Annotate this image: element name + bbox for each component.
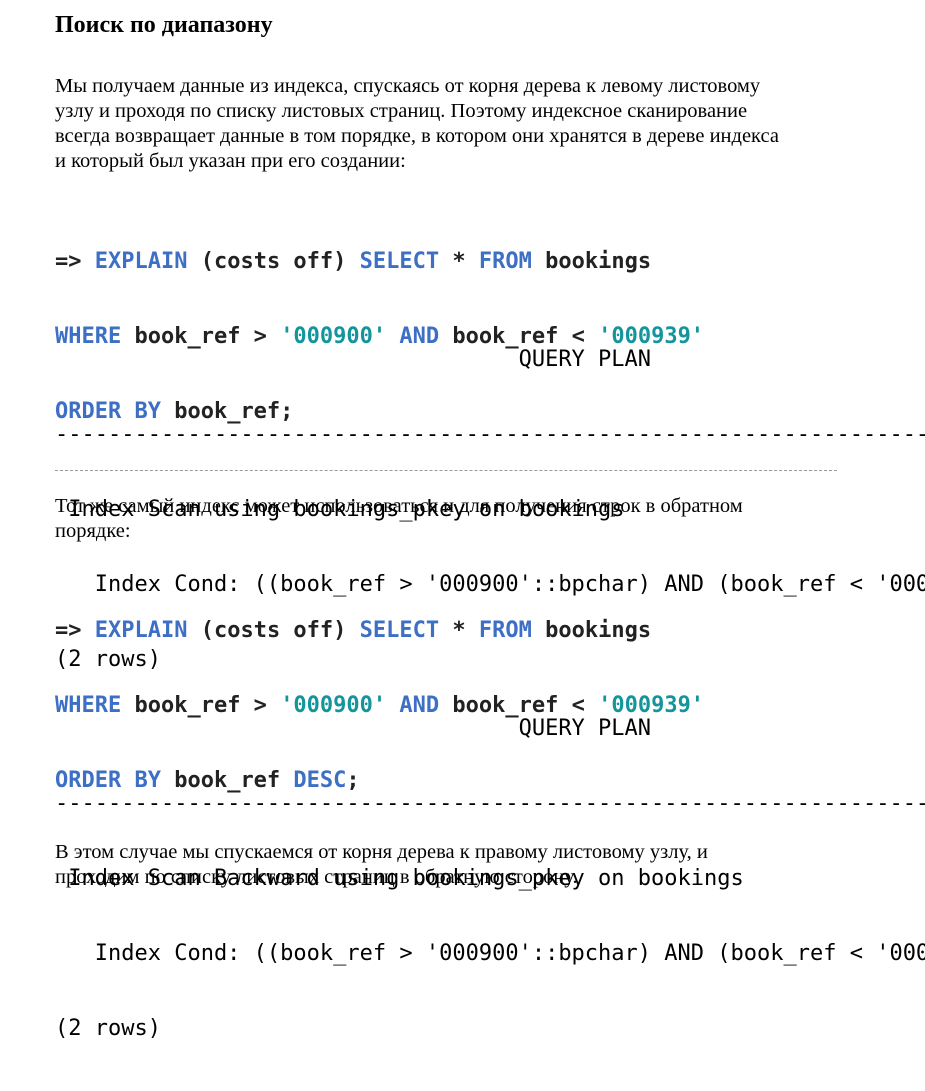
code-line: => EXPLAIN (costs off) SELECT * FROM boo…: [55, 249, 704, 274]
backward-line: Тот же самый индекс может использоваться…: [55, 495, 743, 517]
intro-line: Мы получаем данные из индекса, спускаясь…: [55, 75, 761, 97]
conclusion-paragraph: В этом случае мы спускаемся от корня дер…: [55, 840, 708, 890]
keyword-from: FROM: [478, 618, 532, 643]
costs-option: (costs off): [187, 618, 360, 643]
select-star: *: [439, 249, 479, 274]
table-name: bookings: [531, 249, 652, 274]
intro-line: и который был указан при его создании:: [55, 150, 406, 172]
intro-paragraph: Мы получаем данные из индекса, спускаясь…: [55, 74, 779, 174]
costs-option: (costs off): [187, 249, 360, 274]
code-line: => EXPLAIN (costs off) SELECT * FROM boo…: [55, 618, 704, 643]
intro-line: всегда возвращает данные в том порядке, …: [55, 125, 779, 147]
page-title: Поиск по диапазону: [55, 12, 273, 38]
conclusion-line: В этом случае мы спускаемся от корня дер…: [55, 841, 708, 863]
table-name: bookings: [531, 618, 652, 643]
keyword-explain: EXPLAIN: [94, 618, 188, 643]
select-star: *: [439, 618, 479, 643]
prompt: =>: [55, 618, 95, 643]
plan-line: Index Cond: ((book_ref > '000900'::bpcha…: [94, 941, 925, 966]
plan-header: QUERY PLAN: [55, 347, 652, 372]
conclusion-line: проходим по списку листовых страниц в об…: [55, 866, 578, 888]
backward-paragraph: Тот же самый индекс может использоваться…: [55, 494, 743, 544]
prompt: =>: [55, 249, 95, 274]
keyword-explain: EXPLAIN: [94, 249, 188, 274]
row-count: (2 rows): [55, 1016, 161, 1041]
backward-line: порядке:: [55, 520, 131, 542]
keyword-select: SELECT: [359, 249, 440, 274]
plan-separator: ----------------------------------------…: [55, 422, 925, 447]
plan-separator: ----------------------------------------…: [55, 791, 925, 816]
intro-line: узлу и проходя по списку листовых страни…: [55, 100, 748, 122]
keyword-from: FROM: [478, 249, 532, 274]
keyword-select: SELECT: [359, 618, 440, 643]
plan-header: QUERY PLAN: [55, 716, 652, 741]
section-divider: [55, 470, 837, 471]
